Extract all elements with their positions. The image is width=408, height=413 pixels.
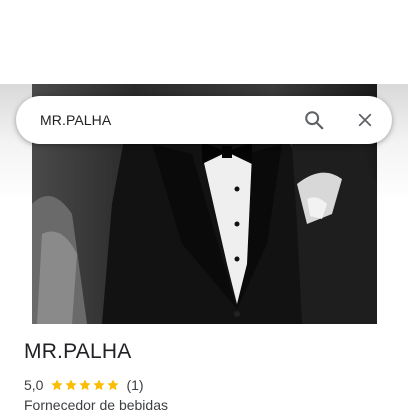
star-icon xyxy=(107,379,120,391)
rating-stars xyxy=(50,378,120,392)
close-icon xyxy=(358,113,372,127)
search-icon xyxy=(305,111,324,130)
rating-row[interactable]: 5,0 (1) xyxy=(24,376,144,394)
rating-value: 5,0 xyxy=(24,377,44,393)
search-input[interactable]: MR.PALHA xyxy=(40,96,111,144)
close-button[interactable] xyxy=(341,96,389,144)
star-icon xyxy=(51,379,64,391)
review-count[interactable]: (1) xyxy=(126,377,143,393)
place-title: MR.PALHA xyxy=(24,340,132,363)
search-button[interactable] xyxy=(290,96,338,144)
star-icon xyxy=(65,379,78,391)
star-icon xyxy=(79,379,92,391)
top-blank-area xyxy=(0,0,408,84)
place-category: Fornecedor de bebidas xyxy=(24,397,168,413)
star-icon xyxy=(93,379,106,391)
search-bar[interactable]: MR.PALHA xyxy=(16,96,392,144)
